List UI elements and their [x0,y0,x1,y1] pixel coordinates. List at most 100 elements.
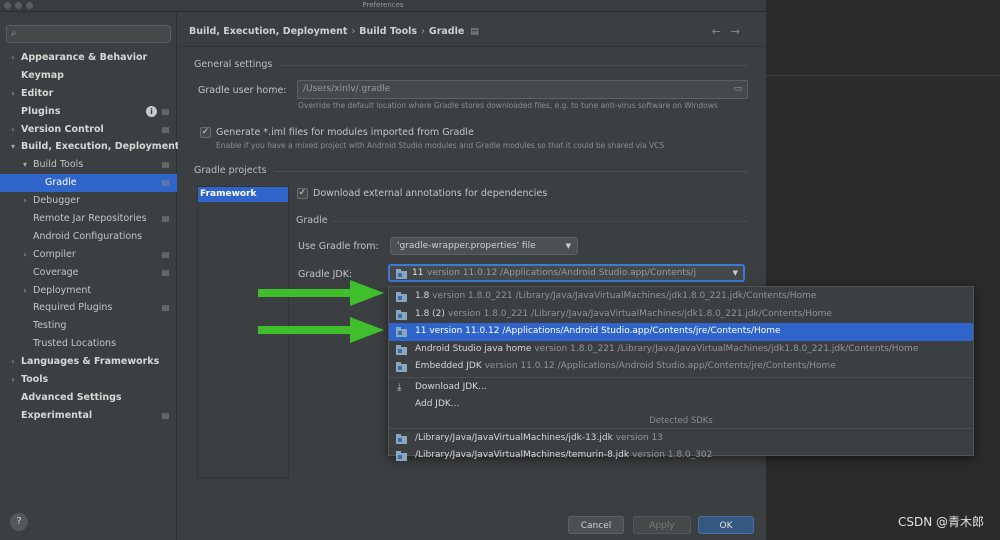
jdk-option[interactable]: Embedded JDK version 11.0.12 /Applicatio… [389,358,973,376]
sidebar-item-testing[interactable]: Testing [0,317,177,335]
download-icon: ⤓ [397,381,402,393]
sidebar-item-version-control[interactable]: › Version Control ▤ [0,121,177,139]
chevron-right-icon[interactable]: › [8,371,18,389]
download-jdk-action[interactable]: ⤓ Download JDK... [389,379,973,397]
section-divider [278,65,748,66]
breadcrumb-item: Gradle [428,26,465,37]
info-icon: i [146,105,157,117]
jdk-option[interactable]: 11 version 11.0.12 /Applications/Android… [389,323,973,341]
jdk-folder-icon [396,327,407,337]
gradle-jdk-dropdown: 1.8 version 1.8.0_221 /Library/Java/Java… [388,286,974,461]
sidebar-item-label: Advanced Settings [21,391,122,403]
general-settings-heading: General settings [194,59,273,70]
sidebar-item-appearance-behavior[interactable]: › Appearance & Behavior [0,49,177,67]
jdk-option[interactable]: Android Studio java home version 1.8.0_2… [389,341,973,359]
breadcrumb-item[interactable]: Build Tools [359,26,417,37]
sidebar-item-build-tools[interactable]: ▾ Build Tools ▤ [0,156,177,174]
sidebar-item-label: Languages & Frameworks [21,356,160,368]
sidebar-item-label: Compiler [33,248,76,260]
title-bar: Preferences [0,0,766,12]
project-settings-icon: ▤ [161,249,170,259]
project-settings-icon: ▤ [470,27,479,37]
sidebar-item-editor[interactable]: › Editor [0,85,177,103]
sidebar-item-label: Coverage [33,266,79,278]
sidebar-item-tools[interactable]: › Tools [0,371,177,389]
sidebar-item-build-execution-deployment[interactable]: ▾ Build, Execution, Deployment [0,138,179,156]
sidebar-item-label: Testing [33,320,67,332]
sidebar-item-label: Build Tools [33,159,84,171]
jdk-option-detail: version 13 [615,432,663,443]
chevron-right-icon[interactable]: › [20,246,30,264]
ok-button[interactable]: OK [698,516,754,534]
project-settings-icon: ▤ [161,178,170,188]
section-divider [274,171,748,172]
sidebar-item-remote-jar-repositories[interactable]: Remote Jar Repositories ▤ [0,210,177,228]
jdk-option-name: Android Studio java home [415,343,532,354]
jdk-option[interactable]: /Library/Java/JavaVirtualMachines/jdk-13… [389,430,973,448]
chevron-down-icon[interactable]: ▾ [8,138,18,156]
sidebar-item-gradle[interactable]: Gradle ▤ [0,174,177,193]
download-annotations-checkbox[interactable]: ✓ [297,188,308,199]
breadcrumb-separator: › [421,26,425,37]
jdk-folder-icon [396,309,407,320]
settings-search-input[interactable]: ⌕ [6,25,171,43]
project-settings-icon: ▤ [161,160,170,170]
gradle-project-item[interactable]: Framework [198,187,288,202]
browse-folder-icon[interactable]: ▭ [733,81,742,98]
arrow-right-icon[interactable]: → [731,25,750,38]
jdk-folder-icon [396,344,407,355]
arrow-left-icon[interactable]: ← [712,25,731,38]
sidebar-item-trusted-locations[interactable]: Trusted Locations [0,335,177,353]
sidebar-item-label: Plugins [21,105,61,117]
jdk-option[interactable]: /Library/Java/JavaVirtualMachines/temuri… [389,447,973,465]
sidebar-item-label: Experimental [21,409,93,421]
jdk-option[interactable]: 1.8 (2) version 1.8.0_221 /Library/Java/… [389,306,973,324]
sidebar-item-languages-frameworks[interactable]: › Languages & Frameworks [0,353,177,371]
jdk-folder-icon [396,451,407,461]
action-label: Add JDK... [415,399,460,409]
chevron-right-icon[interactable]: › [20,282,30,300]
chevron-right-icon[interactable]: › [8,121,18,139]
sidebar-item-deployment[interactable]: › Deployment [0,282,177,300]
use-gradle-from-select[interactable]: 'gradle-wrapper.properties' file ▼ [390,237,578,255]
section-divider [332,221,748,222]
add-jdk-action[interactable]: Add JDK... [389,396,973,414]
chevron-down-icon: ▼ [732,269,738,277]
jdk-option-name: 1.8 (2) [415,308,445,319]
sidebar-item-label: Remote Jar Repositories [33,213,147,225]
sidebar-item-coverage[interactable]: Coverage ▤ [0,264,177,282]
dropdown-separator [389,427,973,429]
breadcrumb: Build, Execution, Deployment › Build Tools… [189,26,479,37]
jdk-option[interactable]: 1.8 version 1.8.0_221 /Library/Java/Java… [389,288,973,306]
sidebar-item-keymap[interactable]: Keymap [0,67,177,85]
gradle-jdk-label: Gradle JDK: [298,269,353,280]
sidebar-item-label: Tools [21,374,49,386]
chevron-right-icon[interactable]: › [8,353,18,371]
sidebar-item-label: Version Control [21,123,104,135]
sidebar-item-debugger[interactable]: › Debugger [0,192,177,210]
chevron-down-icon: ▼ [565,242,571,250]
help-button[interactable]: ? [10,513,28,531]
gradle-jdk-select[interactable]: 11 version 11.0.12 /Applications/Android… [388,264,745,282]
sidebar-item-label: Android Configurations [33,230,143,242]
apply-button[interactable]: Apply [633,516,691,534]
chevron-down-icon[interactable]: ▾ [20,156,30,174]
gradle-user-home-input[interactable]: /Users/xinlv/.gradle ▭ [297,80,748,99]
project-settings-icon: ▤ [161,124,170,134]
sidebar-item-android-configurations[interactable]: Android Configurations [0,228,177,246]
jdk-option-name: /Library/Java/JavaVirtualMachines/jdk-13… [415,432,613,443]
sidebar-item-experimental[interactable]: Experimental ▤ [0,407,177,425]
sidebar-item-label: Keymap [21,69,64,81]
sidebar-item-required-plugins[interactable]: Required Plugins ▤ [0,299,177,317]
breadcrumb-item[interactable]: Build, Execution, Deployment [189,26,347,37]
chevron-right-icon[interactable]: › [8,85,18,103]
gradle-user-home-hint: Override the default location where Grad… [298,101,718,110]
sidebar-item-label: Editor [21,87,54,99]
sidebar-item-plugins[interactable]: Plugins i ▤ [0,103,177,121]
sidebar-item-compiler[interactable]: › Compiler ▤ [0,246,177,264]
chevron-right-icon[interactable]: › [8,49,18,67]
sidebar-item-advanced-settings[interactable]: Advanced Settings [0,389,177,407]
cancel-button[interactable]: Cancel [568,516,624,534]
generate-iml-checkbox[interactable]: ✓ [200,127,211,138]
chevron-right-icon[interactable]: › [20,192,30,210]
